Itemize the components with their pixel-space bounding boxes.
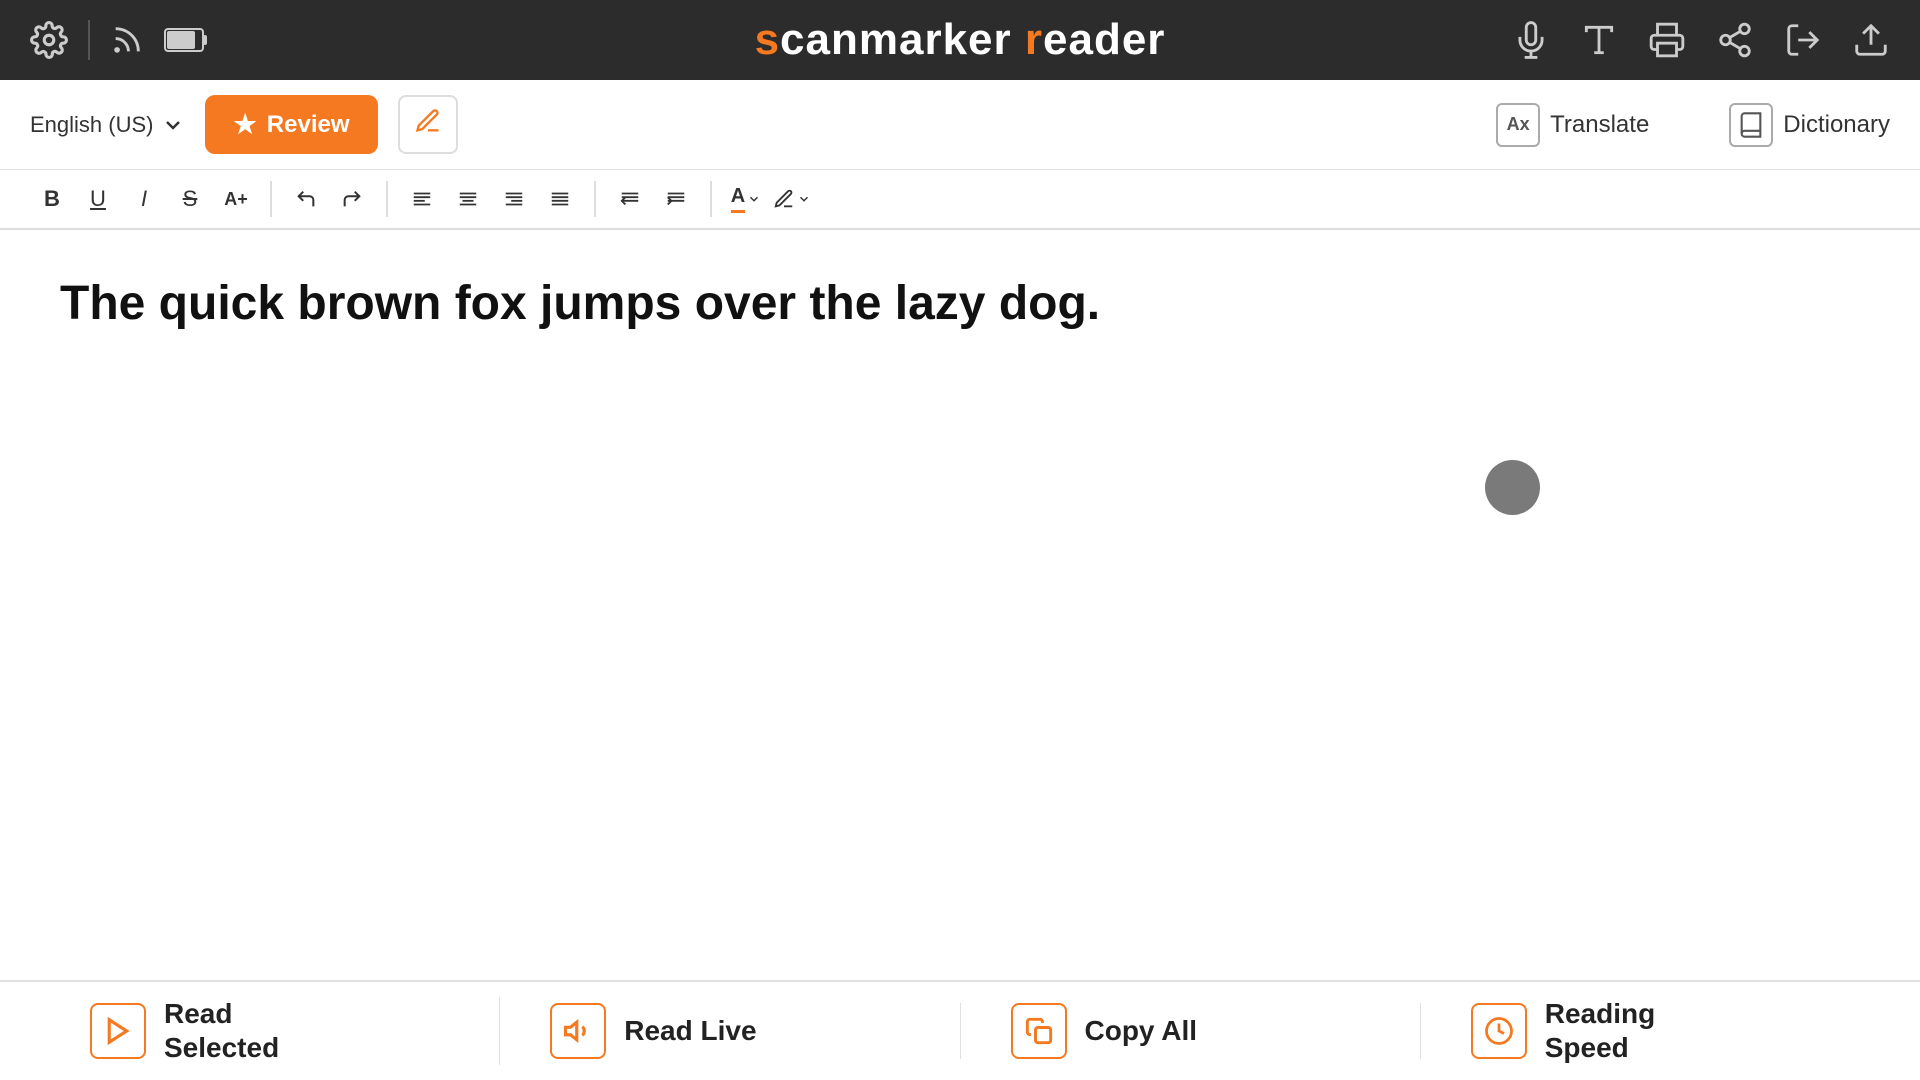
app-title-canmarker: canmarker [780,15,1025,64]
italic-button[interactable]: I [122,177,166,221]
separator-4 [710,181,712,217]
separator-3 [594,181,596,217]
dictionary-button[interactable]: Dictionary [1729,103,1890,147]
battery-icon [164,25,208,55]
color-group: A [724,177,814,221]
cursor-dot [1485,460,1540,515]
translate-button[interactable]: Ax Translate [1496,103,1649,147]
bold-button[interactable]: B [30,177,74,221]
app-title-container: scanmarker reader [755,15,1166,65]
main-content: English (US) ★ Review Ax Translate [0,80,1920,1080]
read-selected-label: Read Selected [164,997,279,1064]
review-label: Review [267,111,350,139]
underline-button[interactable]: U [76,177,120,221]
align-center-button[interactable] [446,177,490,221]
app-title-eader: eader [1043,15,1165,64]
topbar-divider [88,20,90,60]
copy-all-icon [1011,1003,1067,1059]
font-color-icon: A [731,185,745,213]
outdent-button[interactable] [608,177,652,221]
translate-label: Translate [1550,111,1649,139]
review-button[interactable]: ★ Review [205,95,377,154]
align-group [400,177,582,221]
editor-area[interactable]: The quick brown fox jumps over the lazy … [0,230,1920,980]
topbar-left [30,20,208,60]
dictionary-label: Dictionary [1783,111,1890,139]
text-style-group: B U I S A+ [30,177,258,221]
undo-redo-group [284,177,374,221]
highlight-button[interactable] [398,95,458,154]
logout-icon[interactable] [1784,21,1822,59]
copy-all-action[interactable]: Copy All [961,1003,1421,1059]
upload-icon[interactable] [1852,21,1890,59]
share-icon[interactable] [1716,21,1754,59]
read-selected-action[interactable]: Read Selected [40,997,500,1064]
language-selector[interactable]: English (US) [30,112,185,138]
reading-speed-action[interactable]: Reading Speed [1421,997,1880,1064]
read-live-icon [550,1003,606,1059]
font-icon[interactable] [1580,21,1618,59]
topbar: scanmarker reader [0,0,1920,80]
indent-group [608,177,698,221]
topbar-right [1512,21,1890,59]
separator-1 [270,181,272,217]
translate-icon: Ax [1507,114,1530,135]
highlight-color-button[interactable] [770,177,814,221]
voice-icon[interactable] [1512,21,1550,59]
reading-speed-icon [1471,1003,1527,1059]
star-icon: ★ [233,109,256,140]
font-size-button[interactable]: A+ [214,177,258,221]
read-live-action[interactable]: Read Live [500,1003,960,1059]
app-title-s: s [755,15,780,64]
app-title-r: r [1025,15,1043,64]
redo-button[interactable] [330,177,374,221]
app-title: scanmarker reader [755,15,1166,65]
indent-button[interactable] [654,177,698,221]
language-label: English (US) [30,112,153,138]
read-live-label: Read Live [624,1014,756,1048]
feed-icon[interactable] [110,23,144,57]
copy-all-label: Copy All [1085,1014,1198,1048]
bottom-bar: Read Selected Read Live Copy All [0,980,1920,1080]
align-left-button[interactable] [400,177,444,221]
secondary-bar: English (US) ★ Review Ax Translate [0,80,1920,170]
font-color-button[interactable]: A [724,177,768,221]
print-icon[interactable] [1648,21,1686,59]
read-selected-icon [90,1003,146,1059]
dictionary-icon-box [1729,103,1773,147]
align-right-button[interactable] [492,177,536,221]
strikethrough-button[interactable]: S [168,177,212,221]
editor-content: The quick brown fox jumps over the lazy … [60,270,1860,337]
separator-2 [386,181,388,217]
justify-button[interactable] [538,177,582,221]
undo-button[interactable] [284,177,328,221]
reading-speed-label: Reading Speed [1545,997,1655,1064]
format-bar: B U I S A+ [0,170,1920,230]
settings-icon[interactable] [30,21,68,59]
translate-icon-box: Ax [1496,103,1540,147]
